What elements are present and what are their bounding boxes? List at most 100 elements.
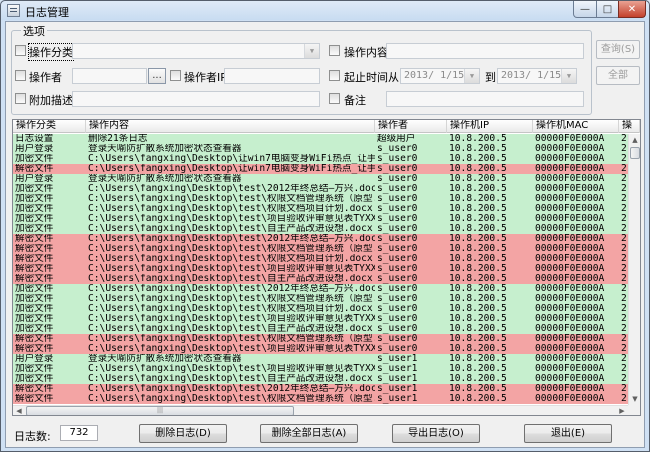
cell-category: 加密文件 bbox=[15, 224, 54, 234]
scroll-down-arrow-icon[interactable]: ▼ bbox=[629, 393, 640, 405]
table-row[interactable]: 加密文件 C:\Users\fangxing\Desktop\test\自主产品改… bbox=[13, 324, 628, 334]
table-row[interactable]: 解密文件 C:\Users\fangxing\Desktop\test\自主产品改… bbox=[13, 274, 628, 284]
table-row[interactable]: 加密文件 C:\Users\fangxing\Desktop\test\权限文档管… bbox=[13, 294, 628, 304]
table-row[interactable]: 加密文件 C:\Users\fangxing\Desktop\test\2012年… bbox=[13, 184, 628, 194]
table-row[interactable]: 用户登录 登录天喻防扩散系统加密状态查看器 s_user0 10.8.200.5 000… bbox=[13, 144, 628, 154]
maximize-button[interactable]: □ bbox=[596, 1, 619, 18]
content-input[interactable] bbox=[386, 43, 584, 59]
close-button[interactable]: ✕ bbox=[618, 1, 646, 18]
cell-more: 2 bbox=[621, 354, 627, 364]
cell-mac: 00000F0E000A bbox=[535, 234, 605, 244]
cell-mac: 00000F0E000A bbox=[535, 354, 605, 364]
cell-category: 日志设置 bbox=[15, 134, 54, 144]
scroll-right-arrow-icon[interactable]: ▶ bbox=[616, 406, 628, 415]
column-header-content[interactable]: 操作内容 bbox=[86, 120, 375, 133]
table-row[interactable]: 用户登录 登录天喻防扩散系统加密状态查看器 s_user1 10.8.200.5 000… bbox=[13, 354, 628, 364]
table-row[interactable]: 解密文件 C:\Users\fangxing\Desktop\test\2012年… bbox=[13, 384, 628, 394]
cell-operator: s_user0 bbox=[377, 244, 418, 254]
query-button[interactable]: 查询(S) bbox=[596, 40, 640, 59]
vertical-scrollbar[interactable]: ▲ ▼ bbox=[628, 134, 640, 405]
cell-mac: 00000F0E000A bbox=[535, 224, 605, 234]
horizontal-scroll-thumb[interactable]: ||| bbox=[26, 406, 294, 415]
from-date-dropdown-arrow-icon[interactable]: ▼ bbox=[464, 69, 479, 83]
cell-mac: 00000F0E000A bbox=[535, 174, 605, 184]
scroll-up-arrow-icon[interactable]: ▲ bbox=[629, 134, 640, 146]
cell-category: 用户登录 bbox=[15, 174, 54, 184]
category-checkbox[interactable] bbox=[15, 45, 26, 56]
column-header-ip[interactable]: 操作机IP bbox=[447, 120, 533, 133]
column-header-mac[interactable]: 操作机MAC bbox=[533, 120, 619, 133]
cell-ip: 10.8.200.5 bbox=[449, 174, 507, 184]
column-header-category[interactable]: 操作分类 bbox=[13, 120, 86, 133]
cell-mac: 00000F0E000A bbox=[535, 374, 605, 384]
title-bar[interactable]: 日志管理 — □ ✕ bbox=[1, 1, 649, 20]
cell-more: 2 bbox=[621, 274, 627, 284]
operator-ip-input[interactable] bbox=[224, 68, 320, 84]
note-checkbox[interactable] bbox=[329, 93, 340, 104]
table-row[interactable]: 加密文件 C:\Users\fangxing\Desktop\test\自主产品改… bbox=[13, 224, 628, 234]
table-row[interactable]: 解密文件 C:\Users\fangxing\Desktop\让win7电脑变身W… bbox=[13, 164, 628, 174]
column-header-more[interactable]: 操 bbox=[619, 120, 640, 133]
horizontal-scrollbar[interactable]: ◀ ||| ▶ bbox=[13, 405, 628, 415]
cell-ip: 10.8.200.5 bbox=[449, 144, 507, 154]
cell-more: 2 bbox=[621, 154, 627, 164]
cell-more: 2 bbox=[621, 214, 627, 224]
to-date-picker[interactable]: 2013/ 1/15 ▼ bbox=[497, 68, 577, 84]
table-row[interactable]: 解密文件 C:\Users\fangxing\Desktop\test\权限文档管… bbox=[13, 394, 628, 404]
category-dropdown-arrow-icon[interactable]: ▼ bbox=[304, 44, 319, 58]
operator-checkbox[interactable] bbox=[15, 70, 26, 81]
cell-operator: s_user0 bbox=[377, 184, 418, 194]
table-row[interactable]: 日志设置 删除21条日志 超级用户 10.8.200.5 00000F0E000A 2 bbox=[13, 134, 628, 144]
to-label: 到 bbox=[485, 71, 496, 84]
cell-more: 2 bbox=[621, 174, 627, 184]
cell-ip: 10.8.200.5 bbox=[449, 324, 507, 334]
from-date-picker[interactable]: 2013/ 1/15 ▼ bbox=[400, 68, 480, 84]
table-row[interactable]: 加密文件 C:\Users\fangxing\Desktop\test\项目验收评… bbox=[13, 364, 628, 374]
operator-browse-button[interactable]: ... bbox=[148, 68, 166, 84]
show-all-button[interactable]: 全部 bbox=[596, 66, 640, 85]
table-row[interactable]: 加密文件 C:\Users\fangxing\Desktop\test\权限文档项… bbox=[13, 304, 628, 314]
table-row[interactable]: 加密文件 C:\Users\fangxing\Desktop\test\权限文档管… bbox=[13, 194, 628, 204]
table-row[interactable]: 加密文件 C:\Users\fangxing\Desktop\让win7电脑变身W… bbox=[13, 154, 628, 164]
category-select[interactable]: ▼ bbox=[72, 43, 320, 59]
table-row[interactable]: 加密文件 C:\Users\fangxing\Desktop\test\自主产品改… bbox=[13, 374, 628, 384]
cell-operator: s_user1 bbox=[377, 354, 418, 364]
table-row[interactable]: 解密文件 C:\Users\fangxing\Desktop\test\项目验收评… bbox=[13, 344, 628, 354]
cell-category: 用户登录 bbox=[15, 354, 54, 364]
scrollbar-corner bbox=[628, 405, 640, 415]
cell-operator: s_user0 bbox=[377, 194, 418, 204]
delete-log-button[interactable]: 删除日志(D) bbox=[139, 424, 227, 443]
table-row[interactable]: 加密文件 C:\Users\fangxing\Desktop\test\2012年… bbox=[13, 284, 628, 294]
extra-desc-checkbox[interactable] bbox=[15, 93, 26, 104]
cell-more: 2 bbox=[621, 324, 627, 334]
content-label: 操作内容 bbox=[344, 46, 388, 59]
extra-desc-input[interactable] bbox=[72, 91, 320, 107]
to-date-dropdown-arrow-icon[interactable]: ▼ bbox=[561, 69, 576, 83]
scroll-left-arrow-icon[interactable]: ◀ bbox=[13, 406, 25, 415]
operator-ip-checkbox[interactable] bbox=[170, 70, 181, 81]
time-range-checkbox[interactable] bbox=[329, 70, 340, 81]
cell-content: C:\Users\fangxing\Desktop\test\项目验收评审意见表… bbox=[88, 364, 375, 374]
cell-content: C:\Users\fangxing\Desktop\test\权限文档管理系统（… bbox=[88, 394, 375, 404]
table-row[interactable]: 解密文件 C:\Users\fangxing\Desktop\test\权限文档管… bbox=[13, 244, 628, 254]
table-row[interactable]: 加密文件 C:\Users\fangxing\Desktop\test\项目验收评… bbox=[13, 214, 628, 224]
delete-all-logs-button[interactable]: 删除全部日志(A) bbox=[260, 424, 358, 443]
table-row[interactable]: 用户登录 登录天喻防扩散系统加密状态查看器 s_user0 10.8.200.5 000… bbox=[13, 174, 628, 184]
vertical-scroll-thumb[interactable] bbox=[630, 147, 640, 159]
operator-input[interactable] bbox=[72, 68, 147, 84]
table-row[interactable]: 解密文件 C:\Users\fangxing\Desktop\test\2012年… bbox=[13, 234, 628, 244]
cell-mac: 00000F0E000A bbox=[535, 344, 605, 354]
export-logs-button[interactable]: 导出日志(O) bbox=[392, 424, 480, 443]
cell-mac: 00000F0E000A bbox=[535, 294, 605, 304]
table-row[interactable]: 解密文件 C:\Users\fangxing\Desktop\test\权限文档项… bbox=[13, 254, 628, 264]
table-row[interactable]: 解密文件 C:\Users\fangxing\Desktop\test\权限文档管… bbox=[13, 334, 628, 344]
note-input[interactable] bbox=[386, 91, 584, 107]
table-row[interactable]: 加密文件 C:\Users\fangxing\Desktop\test\项目验收评… bbox=[13, 314, 628, 324]
minimize-button[interactable]: — bbox=[573, 1, 597, 18]
exit-button[interactable]: 退出(E) bbox=[524, 424, 612, 443]
table-row[interactable]: 解密文件 C:\Users\fangxing\Desktop\test\项目验收评… bbox=[13, 264, 628, 274]
table-row[interactable]: 加密文件 C:\Users\fangxing\Desktop\test\权限文档项… bbox=[13, 204, 628, 214]
column-header-operator[interactable]: 操作者 bbox=[375, 120, 447, 133]
cell-ip: 10.8.200.5 bbox=[449, 304, 507, 314]
content-checkbox[interactable] bbox=[329, 45, 340, 56]
